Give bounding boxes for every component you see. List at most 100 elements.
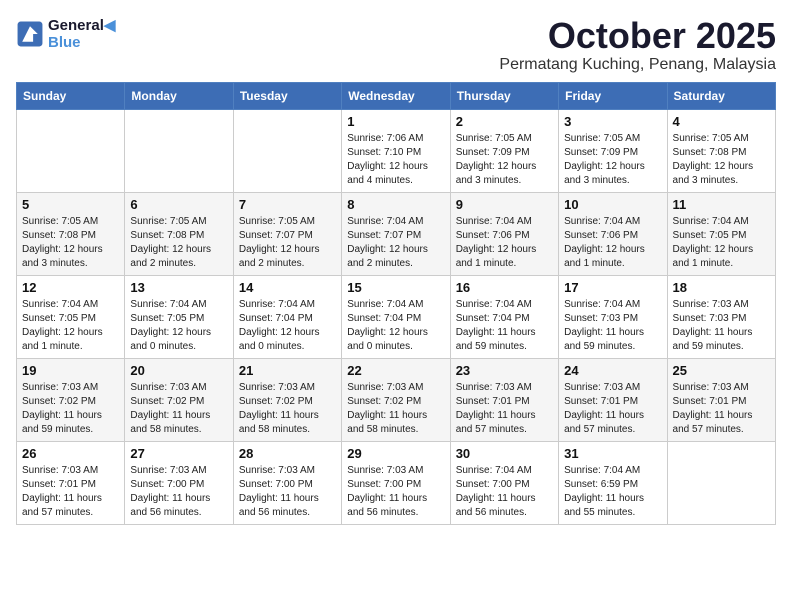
- column-header-friday: Friday: [559, 82, 667, 109]
- title-section: October 2025 Permatang Kuching, Penang, …: [499, 16, 776, 74]
- calendar-cell: 15 Sunrise: 7:04 AM Sunset: 7:04 PM Dayli…: [342, 275, 450, 358]
- column-header-monday: Monday: [125, 82, 233, 109]
- day-number: 3: [564, 114, 661, 129]
- calendar-cell: 17Sunrise: 7:04 AM Sunset: 7:03 PM Dayli…: [559, 275, 667, 358]
- calendar-week-row: 12 Sunrise: 7:04 AM Sunset: 7:05 PM Dayli…: [17, 275, 776, 358]
- calendar-cell: 4Sunrise: 7:05 AM Sunset: 7:08 PM Daylig…: [667, 109, 775, 192]
- calendar-cell: 3 Sunrise: 7:05 AM Sunset: 7:09 PM Daylig…: [559, 109, 667, 192]
- day-number: 16: [456, 280, 553, 295]
- day-info: Sunrise: 7:05 AM Sunset: 7:09 PM Dayligh…: [456, 132, 553, 188]
- day-number: 7: [239, 197, 336, 212]
- calendar-cell: 22 Sunrise: 7:03 AM Sunset: 7:02 PM Dayli…: [342, 358, 450, 441]
- calendar-week-row: 19 Sunrise: 7:03 AM Sunset: 7:02 PM Dayli…: [17, 358, 776, 441]
- day-number: 30: [456, 446, 553, 461]
- day-number: 9: [456, 197, 553, 212]
- day-number: 10: [564, 197, 661, 212]
- day-info: Sunrise: 7:04 AM Sunset: 7:07 PM Dayligh…: [347, 215, 444, 271]
- logo-icon: [16, 20, 44, 48]
- day-info: Sunrise: 7:04 AM Sunset: 7:04 PM Dayligh…: [347, 298, 444, 354]
- day-number: 28: [239, 446, 336, 461]
- day-info: Sunrise: 7:03 AM Sunset: 7:02 PM Dayligh…: [239, 381, 336, 437]
- calendar-header-row: SundayMondayTuesdayWednesdayThursdayFrid…: [17, 82, 776, 109]
- column-header-sunday: Sunday: [17, 82, 125, 109]
- day-number: 1: [347, 114, 444, 129]
- day-info: Sunrise: 7:04 AM Sunset: 7:05 PM Dayligh…: [22, 298, 119, 354]
- day-info: Sunrise: 7:03 AM Sunset: 7:02 PM Dayligh…: [347, 381, 444, 437]
- day-info: Sunrise: 7:03 AM Sunset: 7:02 PM Dayligh…: [22, 381, 119, 437]
- calendar-cell: 27Sunrise: 7:03 AM Sunset: 7:00 PM Dayli…: [125, 441, 233, 524]
- day-info: Sunrise: 7:03 AM Sunset: 7:00 PM Dayligh…: [347, 464, 444, 520]
- calendar-cell: 28 Sunrise: 7:03 AM Sunset: 7:00 PM Dayli…: [233, 441, 341, 524]
- logo-text: General◀ Blue: [48, 16, 115, 51]
- column-header-wednesday: Wednesday: [342, 82, 450, 109]
- day-info: Sunrise: 7:03 AM Sunset: 7:02 PM Dayligh…: [130, 381, 227, 437]
- calendar-cell: [233, 109, 341, 192]
- calendar-week-row: 26 Sunrise: 7:03 AM Sunset: 7:01 PM Dayli…: [17, 441, 776, 524]
- day-number: 19: [22, 363, 119, 378]
- calendar-cell: 2 Sunrise: 7:05 AM Sunset: 7:09 PM Daylig…: [450, 109, 558, 192]
- column-header-tuesday: Tuesday: [233, 82, 341, 109]
- calendar-cell: 8 Sunrise: 7:04 AM Sunset: 7:07 PM Daylig…: [342, 192, 450, 275]
- day-number: 24: [564, 363, 661, 378]
- calendar-cell: 31Sunrise: 7:04 AM Sunset: 6:59 PM Dayli…: [559, 441, 667, 524]
- calendar-cell: 9 Sunrise: 7:04 AM Sunset: 7:06 PM Daylig…: [450, 192, 558, 275]
- calendar-cell: 5 Sunrise: 7:05 AM Sunset: 7:08 PM Daylig…: [17, 192, 125, 275]
- day-number: 23: [456, 363, 553, 378]
- calendar-cell: 23 Sunrise: 7:03 AM Sunset: 7:01 PM Dayli…: [450, 358, 558, 441]
- day-info: Sunrise: 7:05 AM Sunset: 7:09 PM Dayligh…: [564, 132, 661, 188]
- calendar-cell: 16 Sunrise: 7:04 AM Sunset: 7:04 PM Dayli…: [450, 275, 558, 358]
- location-subtitle: Permatang Kuching, Penang, Malaysia: [499, 56, 776, 74]
- day-number: 8: [347, 197, 444, 212]
- day-number: 21: [239, 363, 336, 378]
- day-info: Sunrise: 7:04 AM Sunset: 7:04 PM Dayligh…: [456, 298, 553, 354]
- calendar-cell: 26 Sunrise: 7:03 AM Sunset: 7:01 PM Dayli…: [17, 441, 125, 524]
- day-number: 27: [130, 446, 227, 461]
- day-info: Sunrise: 7:04 AM Sunset: 7:03 PM Dayligh…: [564, 298, 661, 354]
- day-info: Sunrise: 7:05 AM Sunset: 7:07 PM Dayligh…: [239, 215, 336, 271]
- day-info: Sunrise: 7:04 AM Sunset: 7:00 PM Dayligh…: [456, 464, 553, 520]
- calendar-cell: 1 Sunrise: 7:06 AM Sunset: 7:10 PM Daylig…: [342, 109, 450, 192]
- calendar-cell: 7 Sunrise: 7:05 AM Sunset: 7:07 PM Daylig…: [233, 192, 341, 275]
- month-title: October 2025: [499, 16, 776, 56]
- day-number: 14: [239, 280, 336, 295]
- calendar-week-row: 5 Sunrise: 7:05 AM Sunset: 7:08 PM Daylig…: [17, 192, 776, 275]
- calendar-cell: 30 Sunrise: 7:04 AM Sunset: 7:00 PM Dayli…: [450, 441, 558, 524]
- day-info: Sunrise: 7:05 AM Sunset: 7:08 PM Dayligh…: [130, 215, 227, 271]
- logo: General◀ Blue: [16, 16, 115, 51]
- day-number: 15: [347, 280, 444, 295]
- day-info: Sunrise: 7:03 AM Sunset: 7:01 PM Dayligh…: [22, 464, 119, 520]
- column-header-saturday: Saturday: [667, 82, 775, 109]
- day-number: 12: [22, 280, 119, 295]
- day-info: Sunrise: 7:03 AM Sunset: 7:01 PM Dayligh…: [564, 381, 661, 437]
- calendar-table: SundayMondayTuesdayWednesdayThursdayFrid…: [16, 82, 776, 525]
- page-header: General◀ Blue October 2025 Permatang Kuc…: [16, 16, 776, 74]
- day-number: 5: [22, 197, 119, 212]
- day-info: Sunrise: 7:03 AM Sunset: 7:01 PM Dayligh…: [456, 381, 553, 437]
- day-info: Sunrise: 7:03 AM Sunset: 7:00 PM Dayligh…: [239, 464, 336, 520]
- column-header-thursday: Thursday: [450, 82, 558, 109]
- day-info: Sunrise: 7:05 AM Sunset: 7:08 PM Dayligh…: [673, 132, 770, 188]
- calendar-cell: 20 Sunrise: 7:03 AM Sunset: 7:02 PM Dayli…: [125, 358, 233, 441]
- day-info: Sunrise: 7:05 AM Sunset: 7:08 PM Dayligh…: [22, 215, 119, 271]
- day-info: Sunrise: 7:04 AM Sunset: 7:06 PM Dayligh…: [456, 215, 553, 271]
- calendar-cell: 10 Sunrise: 7:04 AM Sunset: 7:06 PM Dayli…: [559, 192, 667, 275]
- day-info: Sunrise: 7:04 AM Sunset: 7:05 PM Dayligh…: [673, 215, 770, 271]
- day-number: 29: [347, 446, 444, 461]
- day-number: 20: [130, 363, 227, 378]
- calendar-cell: 14Sunrise: 7:04 AM Sunset: 7:04 PM Dayli…: [233, 275, 341, 358]
- day-number: 13: [130, 280, 227, 295]
- day-number: 31: [564, 446, 661, 461]
- day-info: Sunrise: 7:06 AM Sunset: 7:10 PM Dayligh…: [347, 132, 444, 188]
- calendar-cell: 6Sunrise: 7:05 AM Sunset: 7:08 PM Daylig…: [125, 192, 233, 275]
- day-number: 2: [456, 114, 553, 129]
- calendar-cell: 19 Sunrise: 7:03 AM Sunset: 7:02 PM Dayli…: [17, 358, 125, 441]
- calendar-cell: [17, 109, 125, 192]
- day-number: 26: [22, 446, 119, 461]
- day-info: Sunrise: 7:04 AM Sunset: 7:05 PM Dayligh…: [130, 298, 227, 354]
- calendar-cell: 29 Sunrise: 7:03 AM Sunset: 7:00 PM Dayli…: [342, 441, 450, 524]
- day-number: 11: [673, 197, 770, 212]
- day-info: Sunrise: 7:03 AM Sunset: 7:03 PM Dayligh…: [673, 298, 770, 354]
- day-number: 22: [347, 363, 444, 378]
- day-number: 18: [673, 280, 770, 295]
- day-info: Sunrise: 7:04 AM Sunset: 7:06 PM Dayligh…: [564, 215, 661, 271]
